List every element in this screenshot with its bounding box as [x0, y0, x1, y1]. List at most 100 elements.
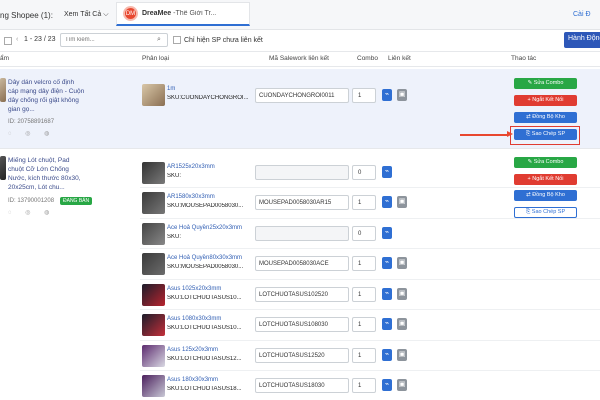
salework-code-field[interactable]: LOTCHUOTASUS102520: [255, 287, 349, 302]
link-icon[interactable]: ⌁: [382, 379, 392, 391]
shop-title: ng Shopee (1):: [0, 11, 53, 20]
column-salework-code: Mã Salework liên kết: [269, 55, 329, 62]
combo-field[interactable]: 1: [352, 256, 376, 271]
edit-combo-button[interactable]: ✎ Sửa Combo: [514, 78, 577, 89]
variant-name[interactable]: Asus 1080x30x3mm: [167, 316, 221, 322]
link-icon[interactable]: ⌁: [382, 166, 392, 178]
combo-field[interactable]: 0: [352, 226, 376, 241]
link-icon[interactable]: ⌁: [382, 349, 392, 361]
search-input[interactable]: [60, 33, 168, 47]
view-all-dropdown[interactable]: Xem Tất Cả ⌵: [64, 11, 109, 19]
status-badge: ĐANG BÁN: [60, 197, 93, 205]
link-icon[interactable]: ⌁: [382, 318, 392, 330]
combo-field[interactable]: 1: [352, 287, 376, 302]
unlink-icon[interactable]: ▣: [397, 89, 407, 101]
variant-divider: [140, 370, 600, 371]
product-image[interactable]: [0, 78, 6, 102]
highlight-box: [510, 126, 580, 145]
search-icon[interactable]: ⌕: [157, 36, 161, 44]
only-unlinked-label: Chỉ hiện SP chưa liên kết: [184, 36, 263, 44]
settings-link[interactable]: Cài Đ: [573, 11, 591, 18]
unlink-icon[interactable]: ▣: [397, 288, 407, 300]
product-row-icons[interactable]: ◌ ◎ ◍: [8, 130, 55, 137]
unlink-icon[interactable]: ▣: [397, 318, 407, 330]
variant-divider: [140, 187, 600, 188]
variant-thumbnail: [142, 314, 165, 336]
combo-field[interactable]: 0: [352, 165, 376, 180]
only-unlinked-filter[interactable]: Chỉ hiện SP chưa liên kết: [173, 36, 263, 44]
product-row-icons[interactable]: ◌ ◎ ◍: [8, 209, 55, 216]
unlink-icon[interactable]: ▣: [397, 257, 407, 269]
variant-name[interactable]: Asus 1025x20x3mm: [167, 286, 221, 292]
edit-combo-button[interactable]: ✎ Sửa Combo: [514, 157, 577, 168]
pager-next-icon[interactable]: ›: [48, 36, 50, 43]
variant-divider: [140, 218, 600, 219]
variant-thumbnail: [142, 345, 165, 367]
salework-code-field[interactable]: MOUSEPAD0058030ACE: [255, 256, 349, 271]
unlink-icon[interactable]: ▣: [397, 196, 407, 208]
salework-code-field[interactable]: LOTCHUOTASUS108030: [255, 317, 349, 332]
salework-code-field[interactable]: [255, 226, 349, 241]
product-image[interactable]: [0, 156, 6, 180]
product-id: ID: 20758891687: [8, 119, 55, 125]
variant-divider: [140, 248, 600, 249]
salework-code-field[interactable]: LOTCHUOTASUS12520: [255, 348, 349, 363]
link-icon[interactable]: ⌁: [382, 89, 392, 101]
variant-name[interactable]: Ace Hoả Quyền25x20x3mm: [167, 225, 242, 231]
column-combo: Combo: [357, 55, 378, 62]
variant-divider: [140, 309, 600, 310]
combo-field[interactable]: 1: [352, 348, 376, 363]
variant-name[interactable]: Asus 180x30x3mm: [167, 377, 218, 383]
column-link: Liên kết: [388, 55, 411, 62]
combo-field[interactable]: 1: [352, 195, 376, 210]
pager-text: 1 - 23 / 23: [24, 36, 56, 43]
pager-prev-icon[interactable]: ‹: [16, 36, 18, 43]
link-icon[interactable]: ⌁: [382, 288, 392, 300]
variant-thumbnail: [142, 223, 165, 245]
sync-stock-button[interactable]: ⇄ Đồng Bộ Kho: [514, 112, 577, 123]
column-variant: Phân loại: [142, 55, 170, 62]
unlink-button[interactable]: + Ngắt Kết Nối: [514, 174, 577, 185]
salework-code-field[interactable]: CUONDAYCHONGROI0011: [255, 88, 349, 103]
header-bottom-divider: [0, 66, 600, 67]
select-all-checkbox[interactable]: [4, 37, 12, 45]
variant-thumbnail: [142, 253, 165, 275]
variant-thumbnail: [142, 192, 165, 214]
annotation-arrow: [460, 131, 513, 137]
link-icon[interactable]: ⌁: [382, 257, 392, 269]
variant-thumbnail: [142, 375, 165, 397]
salework-code-field[interactable]: MOUSEPAD0058030AR15: [255, 195, 349, 210]
variant-name[interactable]: AR1525x20x3mm: [167, 164, 215, 170]
product-name[interactable]: Miếng Lót chuột, Pad chuột Cỡ Lớn Chống …: [8, 156, 85, 192]
shop-tab[interactable]: DM DreaMee -Thế Giới Tr...: [116, 2, 250, 26]
salework-code-field[interactable]: [255, 165, 349, 180]
variant-name[interactable]: Ace Hoả Quyền80x30x3mm: [167, 255, 242, 261]
variant-name[interactable]: Asus 125x20x3mm: [167, 347, 218, 353]
column-product: ẩm: [0, 55, 10, 62]
unlink-button[interactable]: + Ngắt Kết Nối: [514, 95, 577, 106]
variant-name[interactable]: 1m: [167, 86, 175, 92]
link-icon[interactable]: ⌁: [382, 196, 392, 208]
unlink-icon[interactable]: ▣: [397, 349, 407, 361]
actions-button[interactable]: Hành Động: [564, 32, 600, 48]
salework-code-field[interactable]: LOTCHUOTASUS18030: [255, 378, 349, 393]
unlink-icon[interactable]: ▣: [397, 379, 407, 391]
row-divider: [0, 148, 600, 149]
shop-tab-title: -Thế Giới Tr...: [173, 10, 217, 17]
copy-product-button[interactable]: ⎘ Sao Chép SP: [514, 207, 577, 218]
header-top-divider: [0, 51, 600, 52]
combo-field[interactable]: 1: [352, 88, 376, 103]
column-actions: Thao tác: [511, 55, 537, 62]
product-name[interactable]: Dây dán velcro cố định cáp mạng dây điện…: [8, 78, 85, 114]
link-icon[interactable]: ⌁: [382, 227, 392, 239]
sync-stock-button[interactable]: ⇄ Đồng Bộ Kho: [514, 190, 577, 201]
view-all-label: Xem Tất Cả: [64, 11, 102, 18]
variant-name[interactable]: AR1580x30x3mm: [167, 194, 215, 200]
only-unlinked-checkbox[interactable]: [173, 36, 181, 44]
variant-thumbnail: [142, 162, 165, 184]
variant-divider: [140, 279, 600, 280]
combo-field[interactable]: 1: [352, 317, 376, 332]
product-id: ID: 13790001208: [8, 198, 55, 204]
combo-field[interactable]: 1: [352, 378, 376, 393]
variant-thumbnail: [142, 84, 165, 106]
